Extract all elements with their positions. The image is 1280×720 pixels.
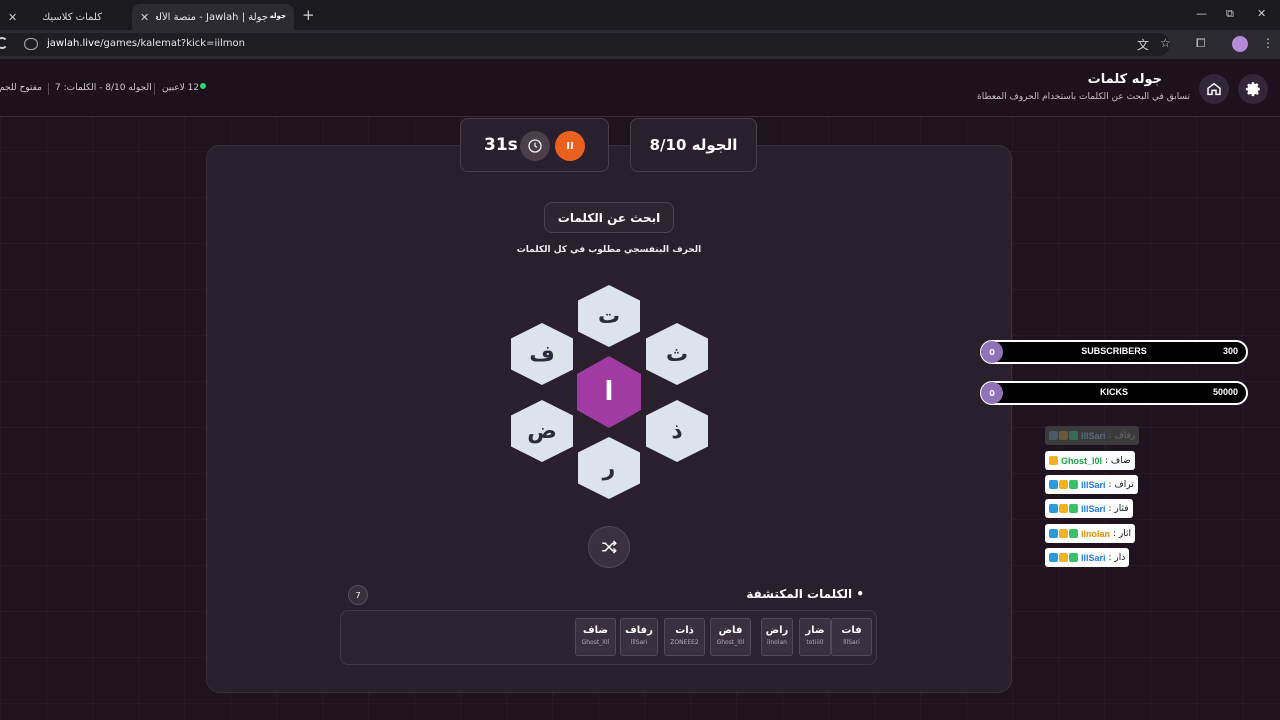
found-words-title: • الكلمات المكتشفة [746,587,864,601]
found-word-item: فات lllSari [831,618,872,656]
jawlah-favicon-icon: جوله [269,12,286,20]
tab-jawlah[interactable]: ✕ جوله جولة | Jawlah - منصة الألعاب التـ [132,4,294,30]
found-word-item: ضار totiii0 [799,618,831,656]
shuffle-icon [602,540,617,554]
close-tab-icon[interactable]: ✕ [140,11,149,24]
found-word-item: راض ilnolan [761,618,793,656]
user-badges-icon [1049,480,1078,489]
required-letter-hint: الحرف البنفسجي مطلوب في كل الكلمات [516,245,702,255]
close-window-button[interactable]: ✕ [1257,7,1266,20]
search-words-title: ابحث عن الكلمات [544,202,674,233]
pause-icon: II [566,140,574,152]
profile-avatar[interactable] [1232,36,1248,52]
restore-button[interactable]: ⧉ [1226,7,1234,21]
tab-title: كلمات كلاسيك [41,11,102,23]
found-word-item: ضاف Ghost_l0l [575,618,616,656]
user-badges-icon [1049,456,1058,465]
tab-title: جولة | Jawlah - منصة الألعاب التـ [156,11,268,23]
new-tab-button[interactable]: + [302,6,315,24]
url-text[interactable]: jawlah.live/games/kalemat?kick=iilmon [47,38,245,49]
found-words-count: 7 [348,585,368,605]
kicks-label: KICKS [1099,387,1128,397]
round-indicator: الجوله 8/10 [630,118,757,172]
chat-message: lllSari تراف : [1045,475,1138,494]
close-tab-icon[interactable]: ✕ [8,11,17,24]
shuffle-button[interactable] [588,526,630,568]
subscribers-label: SUBSCRIBERS [1081,346,1147,356]
site-info-icon[interactable] [24,38,38,50]
kicks-goal-bar: 0 KICKS 50000 [980,381,1248,405]
chat-message: lllSari رفاف : [1045,426,1140,445]
user-badges-icon [1049,529,1078,538]
gear-icon [1245,82,1260,97]
subscribers-goal-bar: 0 SUBSCRIBERS 300 [980,340,1248,364]
clock-icon [528,139,542,153]
menu-icon[interactable]: ⋮ [1262,36,1274,50]
chat-message: Ghost_l0l ضاف : [1045,451,1135,470]
pause-button[interactable]: II [555,131,585,161]
subscribers-goal: 300 [1222,346,1238,356]
bookmark-star-icon[interactable]: ☆ [1160,36,1171,50]
minimize-button[interactable]: — [1196,7,1207,20]
chat-message: ilnolan اثار : [1045,524,1135,543]
settings-button[interactable] [1238,74,1268,104]
players-count: 12 لاعبين [162,83,200,93]
user-badges-icon [1049,431,1078,440]
user-badges-icon [1049,504,1078,513]
online-status-dot [200,83,206,89]
open-status: مفتوح للجم [0,83,42,93]
extensions-icon[interactable]: ⧠ [1196,36,1206,51]
round-words-status: الجوله 8/10 - الكلمات: 7 [55,83,152,93]
chat-message: lllSari فثار : [1045,499,1133,518]
home-button[interactable] [1199,74,1229,104]
found-word-item: فاض Ghost_l0l [710,618,751,656]
user-badges-icon [1049,553,1078,562]
translate-icon[interactable]: 文 [1137,36,1149,53]
page-subtitle: تسابق في البحث عن الكلمات باستخدام الحرو… [977,92,1190,102]
home-icon [1207,82,1221,96]
tab-kalemat-classic[interactable]: ✕ كلمات كلاسيك [0,4,128,30]
found-word-item: رفاف lllSari [620,618,658,656]
timer-value: 31s [484,135,518,155]
found-word-item: ذات ZONEEE2 [664,618,705,656]
chat-message: lllSari ذار : [1045,548,1130,567]
page-title: جوله كلمات [1087,72,1162,87]
browser-tab-bar: ✕ كلمات كلاسيك ✕ جوله جولة | Jawlah - من… [0,0,1280,30]
kicks-goal: 50000 [1212,387,1238,397]
clock-button [520,131,550,161]
